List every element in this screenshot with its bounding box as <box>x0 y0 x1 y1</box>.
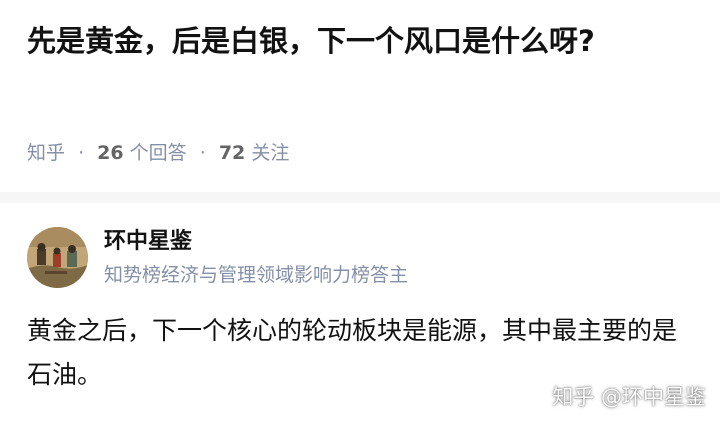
source-label[interactable]: 知乎 <box>27 142 65 164</box>
author-avatar[interactable] <box>27 227 88 288</box>
question-meta: 知乎 · 26 个回答 · 72 关注 <box>27 139 289 167</box>
author-badge: 知势榜经济与管理领域影响力榜答主 <box>104 264 409 286</box>
question-title[interactable]: 先是黄金，后是白银，下一个风口是什么呀? <box>27 16 667 66</box>
meta-separator: · <box>199 142 206 164</box>
follow-count[interactable]: 72 <box>219 142 245 164</box>
answer-card: 环中星鉴 知势榜经济与管理领域影响力榜答主 黄金之后，下一个核心的轮动板块是能源… <box>0 203 720 425</box>
page: 先是黄金，后是白银，下一个风口是什么呀? 知乎 · 26 个回答 · 72 关注 <box>0 0 720 425</box>
follow-count-label[interactable]: 关注 <box>251 142 289 164</box>
author-name[interactable]: 环中星鉴 <box>104 227 192 257</box>
watermark: 知乎 @环中星鉴 <box>552 385 706 409</box>
meta-separator: · <box>78 142 85 164</box>
question-card[interactable]: 先是黄金，后是白银，下一个风口是什么呀? 知乎 · 26 个回答 · 72 关注 <box>0 0 720 192</box>
painting-avatar-icon <box>27 227 88 288</box>
answer-count[interactable]: 26 <box>97 142 123 164</box>
answer-count-label[interactable]: 个回答 <box>130 142 187 164</box>
